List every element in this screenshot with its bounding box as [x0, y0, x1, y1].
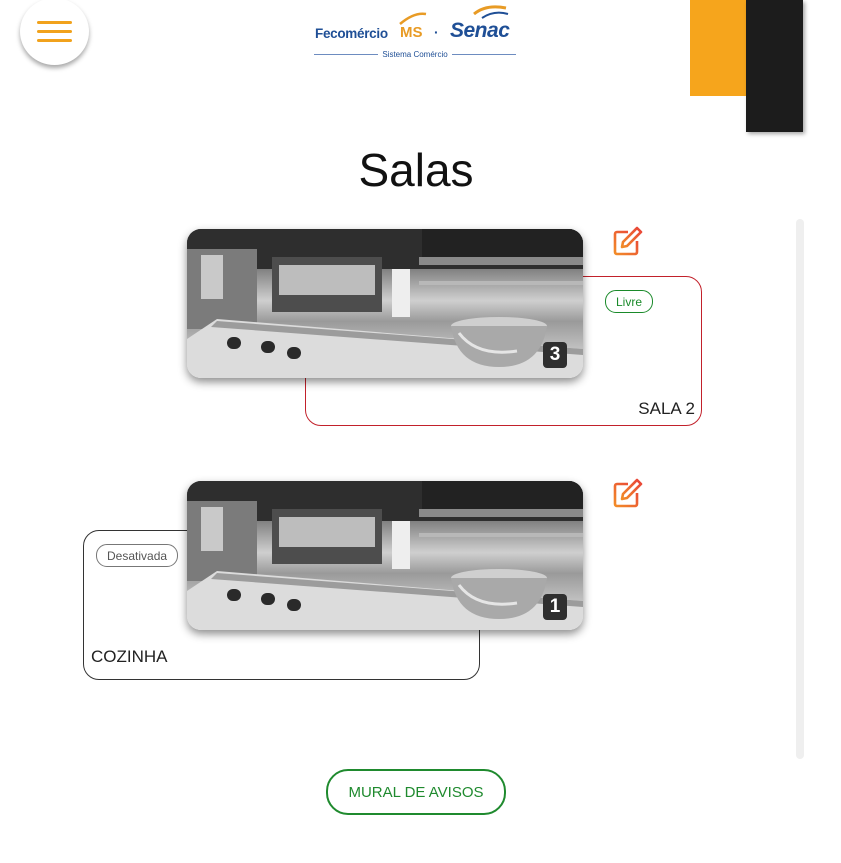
logo-fecomercio-text: Fecomércio — [315, 26, 388, 41]
list-scrollbar[interactable] — [796, 219, 804, 759]
room-name: COZINHA — [91, 647, 168, 666]
decorative-black-block — [746, 0, 803, 132]
room-photo[interactable]: 1 — [187, 481, 583, 630]
hamburger-icon-bar — [37, 21, 72, 24]
hamburger-icon-bar — [37, 39, 72, 42]
logo-subtitle: Sistema Comércio — [382, 50, 448, 59]
decorative-orange-block — [690, 0, 751, 96]
logo-ms-text: MS — [400, 24, 423, 41]
logo-divider — [314, 54, 379, 55]
logo-senac-text: Senac — [450, 19, 510, 42]
logo-separator: · — [434, 24, 439, 40]
edit-icon[interactable] — [611, 478, 643, 510]
kitchen-photo-illustration — [187, 229, 583, 378]
edit-icon[interactable] — [611, 226, 643, 258]
status-badge: Livre — [605, 290, 654, 313]
logo-subtitle-row: Sistema Comércio — [314, 50, 517, 59]
room-photo[interactable]: 3 — [187, 229, 583, 378]
room-name: SALA 2 — [638, 399, 695, 418]
kitchen-photo-illustration — [187, 481, 583, 630]
logo-divider — [451, 54, 517, 55]
room-count-badge: 3 — [543, 342, 567, 368]
mural-de-avisos-button[interactable]: MURAL DE AVISOS — [326, 769, 506, 815]
brand-logo: Fecomércio MS · Senac Sistema Comércio — [314, 4, 517, 62]
hamburger-icon-bar — [37, 30, 72, 33]
page-title: Salas — [358, 144, 474, 196]
status-badge: Desativada — [96, 544, 179, 567]
hamburger-menu-button[interactable] — [20, 0, 89, 65]
room-count-badge: 1 — [543, 594, 567, 620]
